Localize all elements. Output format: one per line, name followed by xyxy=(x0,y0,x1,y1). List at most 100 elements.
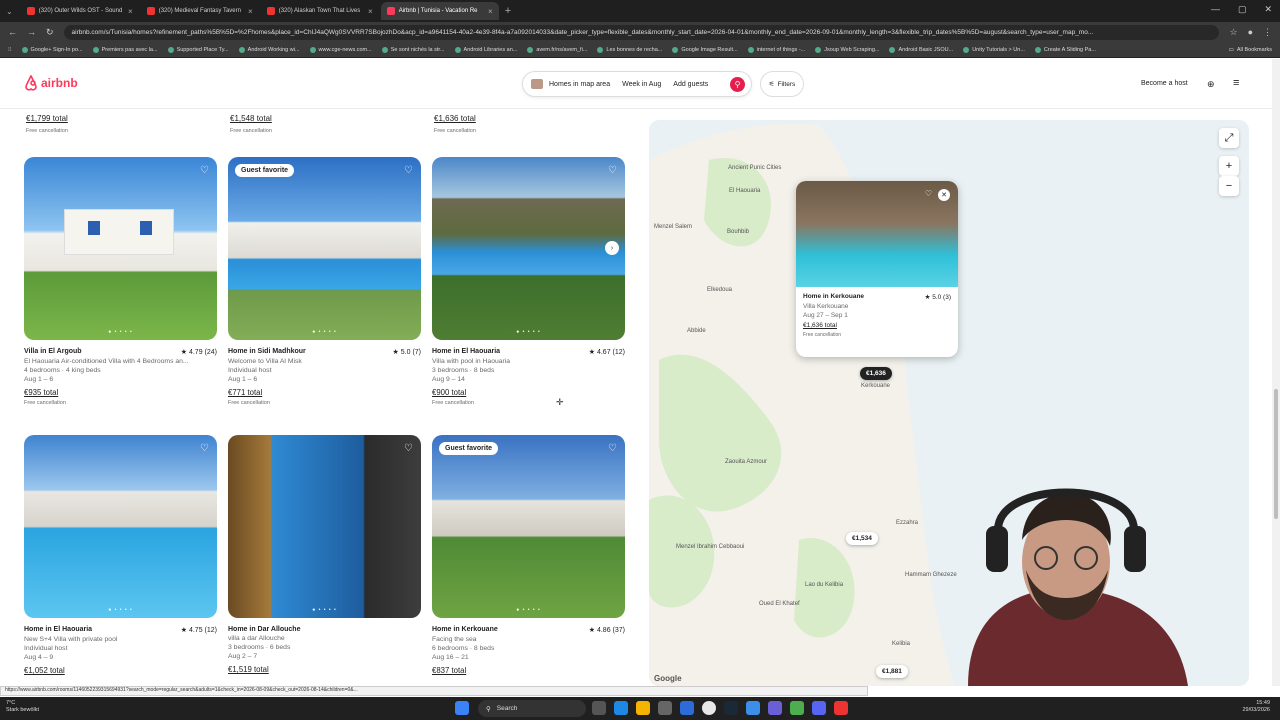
listing-card[interactable]: Guest favorite ♡ ● • • • • Home in Sidi … xyxy=(228,157,421,427)
close-tab-icon[interactable]: × xyxy=(128,7,133,16)
forward-icon[interactable]: → xyxy=(27,27,36,37)
minimize-icon[interactable]: — xyxy=(1211,4,1220,15)
visual-studio-icon[interactable] xyxy=(768,701,782,715)
store-icon[interactable] xyxy=(658,701,672,715)
browser-tab[interactable]: (320) Outer Wilds OST - Sound × xyxy=(21,2,139,20)
start-icon[interactable] xyxy=(455,701,469,715)
bookmark-item[interactable]: Google+ Sign-In po... xyxy=(21,46,83,53)
listing-price[interactable]: €837 total xyxy=(432,666,625,675)
close-window-icon[interactable]: ✕ xyxy=(1264,4,1272,15)
bookmark-item[interactable]: Android Libraries an... xyxy=(454,46,517,53)
zoom-in-icon[interactable]: + xyxy=(1219,156,1239,176)
bookmark-item[interactable]: avem.fr/ns/avem_fi... xyxy=(527,46,587,53)
steam-icon[interactable] xyxy=(724,701,738,715)
bookmark-item[interactable]: Premiers pas avec la... xyxy=(92,46,158,53)
bookmark-item[interactable]: Android Working wi... xyxy=(238,46,300,53)
bookmark-item[interactable]: Jsoup Web Scraping... xyxy=(815,46,879,53)
url-field[interactable]: airbnb.com/s/Tunisia/homes?refinement_pa… xyxy=(63,24,1220,40)
heart-icon[interactable]: ♡ xyxy=(404,443,413,454)
listing-photo[interactable]: ♡ ● • • • • xyxy=(228,435,421,618)
listing-photo[interactable]: ♡ ● • • • • xyxy=(24,435,217,618)
task-view-icon[interactable] xyxy=(592,701,606,715)
bookmark-item[interactable]: internet of things -... xyxy=(747,46,805,53)
reload-icon[interactable]: ↻ xyxy=(46,27,54,38)
listing-price[interactable]: €935 total xyxy=(24,388,217,397)
search-guests[interactable]: Add guests xyxy=(673,81,708,88)
heart-icon[interactable]: ♡ xyxy=(608,443,617,454)
popup-photo[interactable]: ♡ ✕ xyxy=(796,181,958,287)
listing-card[interactable]: Guest favorite ♡ ● • • • • Home in Kerko… xyxy=(432,435,625,705)
apps-icon[interactable]: ⁝⁝ xyxy=(8,47,12,53)
search-bar[interactable]: Homes in map area Week in Aug Add guests… xyxy=(522,71,752,97)
fullscreen-icon[interactable]: ⤢ xyxy=(1219,128,1239,148)
browser-tab-active[interactable]: Airbnb | Tunisia - Vacation Re × xyxy=(380,2,499,20)
heart-icon[interactable]: ♡ xyxy=(200,165,209,176)
listing-photo[interactable]: ♡ › ● • • • • xyxy=(432,157,625,340)
profile-icon[interactable]: ● xyxy=(1248,27,1253,37)
listing-photo[interactable]: ♡ ● • • • • xyxy=(24,157,217,340)
browser-tab[interactable]: (320) Medieval Fantasy Tavern × xyxy=(141,2,259,20)
listing-photo[interactable]: Guest favorite ♡ ● • • • • xyxy=(228,157,421,340)
browser-menu-icon[interactable]: ⋮ xyxy=(1263,27,1272,38)
taskbar-search[interactable]: ⚲ Search xyxy=(478,700,586,717)
bookmark-star-icon[interactable]: ☆ xyxy=(1229,27,1237,38)
listing-photo[interactable]: Guest favorite ♡ ● • • • • xyxy=(432,435,625,618)
close-tab-icon[interactable]: × xyxy=(248,7,253,16)
heart-icon[interactable]: ♡ xyxy=(925,189,932,198)
chrome-icon[interactable] xyxy=(702,701,716,715)
tab-list-icon[interactable]: ⌄ xyxy=(6,7,13,16)
close-tab-icon[interactable]: × xyxy=(488,7,493,16)
taskbar-clock[interactable]: 15:49 29/03/2026 xyxy=(1242,700,1270,714)
heart-icon[interactable]: ♡ xyxy=(200,443,209,454)
become-host-link[interactable]: Become a host xyxy=(1141,80,1188,87)
listing-card[interactable]: ♡ ● • • • • Home in Dar Allouche villa a… xyxy=(228,435,421,705)
map-price-pin-selected[interactable]: €1,636 xyxy=(860,367,892,380)
hamburger-menu-icon[interactable]: ≡ xyxy=(1233,77,1239,89)
listing-partial[interactable]: €1,799 total Free cancellation xyxy=(26,114,68,134)
listing-card[interactable]: ♡ › ● • • • • Home in El Haouaria ★ 4.67 … xyxy=(432,157,625,427)
map-listing-popup[interactable]: ♡ ✕ Home in Kerkouane ★ 5.0 (3) Villa Ker… xyxy=(796,181,958,357)
close-tab-icon[interactable]: × xyxy=(368,7,373,16)
app-icon[interactable] xyxy=(746,701,760,715)
weather-widget[interactable]: 7°C Stark bewölkt xyxy=(6,700,39,714)
search-icon[interactable]: ⚲ xyxy=(730,77,745,92)
listing-partial[interactable]: €1,548 total Free cancellation xyxy=(230,114,272,134)
bookmark-item[interactable]: Les bonnes de recha... xyxy=(597,46,662,53)
bookmark-item[interactable]: Android Basic JSOU... xyxy=(889,46,953,53)
listing-card[interactable]: ♡ ● • • • • Home in El Haouaria ★ 4.75 (1… xyxy=(24,435,217,705)
listing-price[interactable]: €900 total xyxy=(432,388,625,397)
filters-button[interactable]: ⚟ Filters xyxy=(760,71,804,97)
scrollbar-thumb[interactable] xyxy=(1274,389,1278,519)
zoom-out-icon[interactable]: − xyxy=(1219,176,1239,196)
browser-tab[interactable]: (320) Alaskan Town That Lives × xyxy=(261,2,379,20)
listing-partial[interactable]: €1,636 total Free cancellation xyxy=(434,114,476,134)
android-studio-icon[interactable] xyxy=(790,701,804,715)
back-icon[interactable]: ← xyxy=(8,27,17,37)
heart-icon[interactable]: ♡ xyxy=(404,165,413,176)
next-photo-icon[interactable]: › xyxy=(605,241,619,255)
bookmark-item[interactable]: Supported Place Ty... xyxy=(167,46,229,53)
maximize-icon[interactable]: ▢ xyxy=(1238,4,1247,15)
listing-price[interactable]: €1,519 total xyxy=(228,665,421,674)
record-icon[interactable] xyxy=(834,701,848,715)
listing-price[interactable]: €771 total xyxy=(228,388,421,397)
globe-icon[interactable]: ⊕ xyxy=(1207,79,1215,90)
heart-icon[interactable]: ♡ xyxy=(608,165,617,176)
search-area[interactable]: Homes in map area xyxy=(549,81,610,88)
bookmark-item[interactable]: Se sont nichés la str... xyxy=(381,46,445,53)
new-tab-button[interactable]: + xyxy=(505,5,511,17)
listing-price[interactable]: €1,052 total xyxy=(24,666,217,675)
bookmark-item[interactable]: Unity Tutorials > Un... xyxy=(963,46,1025,53)
mail-icon[interactable] xyxy=(680,701,694,715)
discord-icon[interactable] xyxy=(812,701,826,715)
all-bookmarks[interactable]: ▭ All Bookmarks xyxy=(1229,47,1272,53)
search-dates[interactable]: Week in Aug xyxy=(622,81,661,88)
map-price-pin[interactable]: €1,534 xyxy=(846,532,878,545)
bookmark-item[interactable]: Google Image Result... xyxy=(672,46,738,53)
close-popup-icon[interactable]: ✕ xyxy=(938,189,950,201)
bookmark-item[interactable]: www.cge-news.com... xyxy=(309,46,372,53)
bookmark-item[interactable]: Create A Sliding Pa... xyxy=(1034,46,1096,53)
page-scrollbar[interactable] xyxy=(1272,59,1280,686)
map-price-pin[interactable]: €1,881 xyxy=(876,665,908,678)
edge-icon[interactable] xyxy=(614,701,628,715)
